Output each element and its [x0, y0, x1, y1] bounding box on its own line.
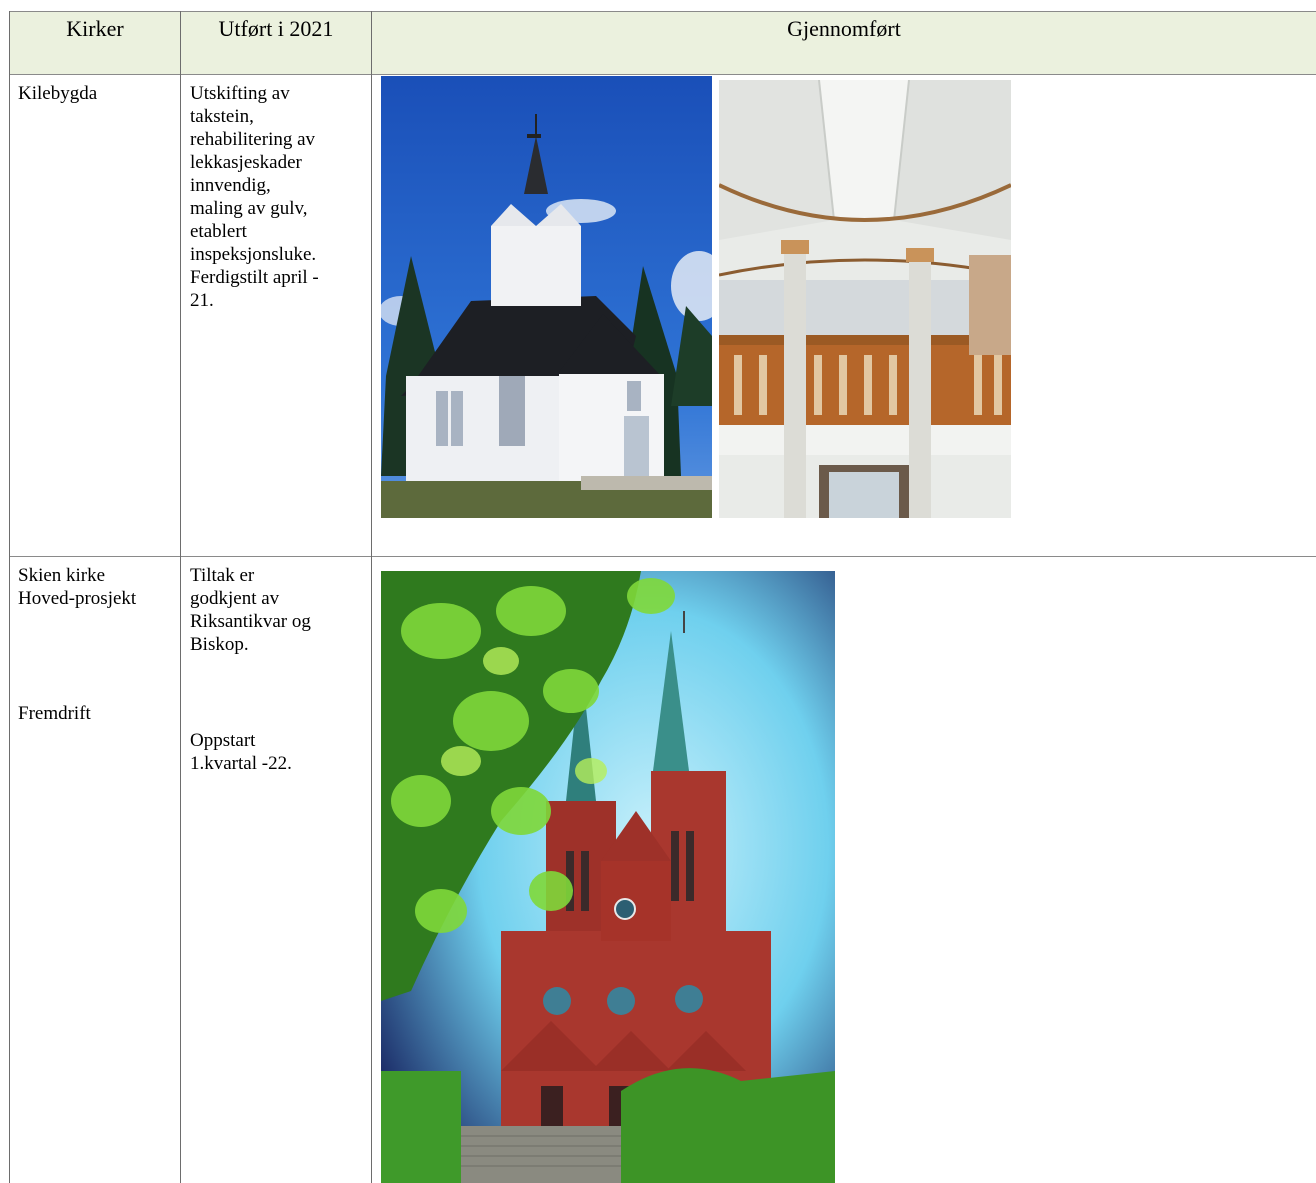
- table-border-left: [9, 11, 10, 1183]
- header-kirker: Kirker: [66, 16, 124, 41]
- text-line: lekkasjeskader: [190, 152, 302, 173]
- table-border-row1: [9, 556, 1316, 557]
- text-line: 1.kvartal -22.: [190, 753, 292, 774]
- text-line: etablert: [190, 221, 247, 242]
- text-line: takstein,: [190, 106, 254, 127]
- text-line: rehabilitering av: [190, 129, 316, 150]
- table-col-divider-1: [180, 11, 181, 1183]
- kilebygda-church-interior-photo: [719, 80, 1011, 518]
- text-line: Oppstart: [190, 730, 256, 751]
- document-page: Kirker Utført i 2021 Gjennomført Kilebyg…: [0, 0, 1316, 1183]
- text-line: Skien kirke: [18, 565, 106, 586]
- text-line: Hoved-prosjekt: [18, 588, 137, 609]
- skien-church-photo: [381, 571, 835, 1183]
- text-line: Tiltak er: [190, 565, 255, 586]
- text-line: inspeksjonsluke.: [190, 244, 317, 265]
- row2-progress-label: Fremdrift: [18, 703, 91, 724]
- row1-church: Kilebygda: [18, 83, 98, 104]
- text-line: innvendig,: [190, 175, 271, 196]
- text-line: 21.: [190, 290, 214, 311]
- table-border-header: [9, 74, 1316, 75]
- row2-work: Tiltak er godkjent av Riksantikvar og Bi…: [190, 564, 370, 656]
- text-line: maling av gulv,: [190, 198, 308, 219]
- row2-church: Skien kirke Hoved-prosjekt: [18, 564, 178, 610]
- table-border-top: [9, 11, 1316, 12]
- text-line: Riksantikvar og: [190, 611, 311, 632]
- text-line: Utskifting av: [190, 83, 290, 104]
- table-col-divider-2: [371, 11, 372, 1183]
- header-utfort: Utført i 2021: [218, 16, 334, 41]
- row2-progress: Oppstart 1.kvartal -22.: [190, 729, 370, 775]
- text-line: godkjent av: [190, 588, 280, 609]
- text-line: Biskop.: [190, 634, 249, 655]
- kilebygda-church-exterior-photo: [381, 76, 712, 518]
- row1-work: Utskifting av takstein, rehabilitering a…: [190, 82, 370, 312]
- text-line: Ferdigstilt april -: [190, 267, 319, 288]
- header-gjennomfort: Gjennomført: [787, 16, 901, 41]
